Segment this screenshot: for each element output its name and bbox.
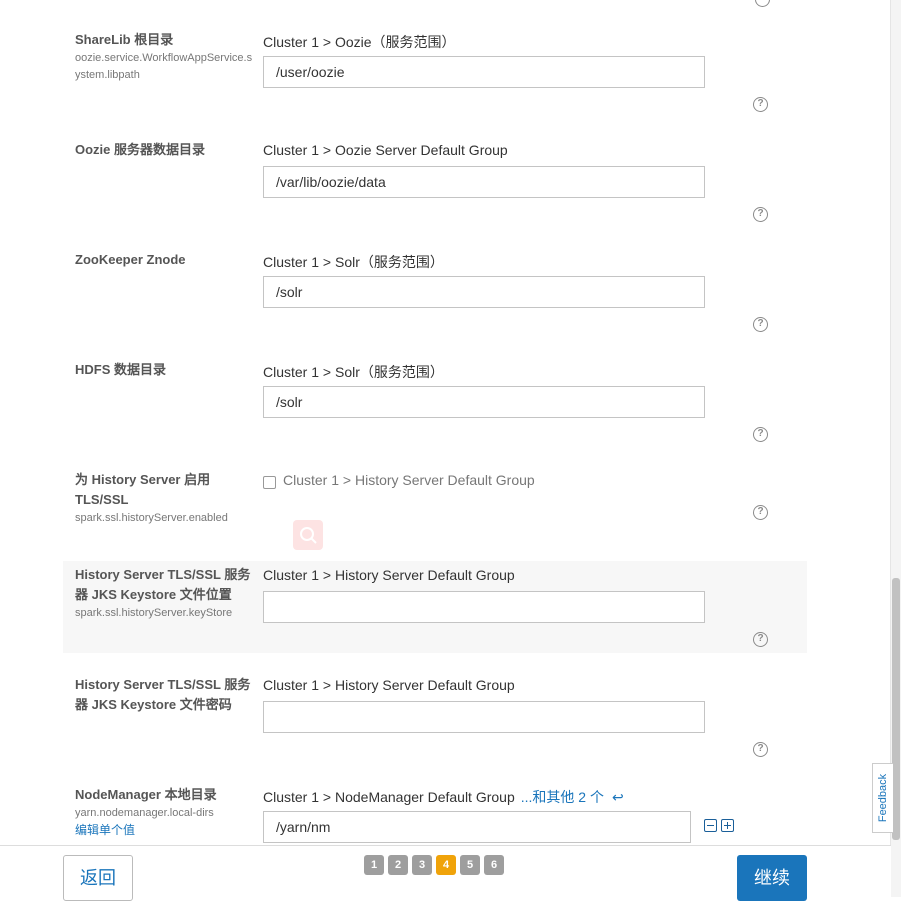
setting-key: spark.ssl.historyServer.enabled [75,512,228,524]
wizard-steps: 123456 [364,855,508,875]
setting-row-keystore-location: History Server TLS/SSL 服务器 JKS Keystore … [63,561,807,653]
setting-row-history-tls: 为 History Server 启用 TLS/SSL spark.ssl.hi… [63,470,807,560]
setting-label: HDFS 数据目录 [75,360,253,380]
setting-scope: Cluster 1 > NodeManager Default Group...… [263,787,624,807]
edit-individual-link[interactable]: 编辑单个值 [75,822,253,839]
setting-label: ZooKeeper Znode [75,250,253,270]
step-4-active[interactable]: 4 [436,855,456,875]
search-icon [300,527,317,544]
setting-scope: Cluster 1 > Solr（服务范围） [263,364,444,380]
back-button[interactable]: 返回 [63,855,133,901]
setting-scope: Cluster 1 > History Server Default Group [263,677,515,693]
setting-scope: Cluster 1 > Oozie Server Default Group [263,142,508,158]
setting-row-oozie-data-dir: Oozie 服务器数据目录 Cluster 1 > Oozie Server D… [63,140,807,240]
setting-label: History Server TLS/SSL 服务器 JKS Keystore … [75,675,253,715]
setting-title: 为 History Server 启用 TLS/SSL [75,472,211,507]
setting-scope: Cluster 1 > History Server Default Group [263,567,515,583]
step-5[interactable]: 5 [460,855,480,875]
setting-title: ZooKeeper Znode [75,252,186,267]
continue-button[interactable]: 继续 [737,855,807,901]
setting-row-zookeeper-znode: ZooKeeper Znode Cluster 1 > Solr（服务范围） /… [63,250,807,350]
setting-scope: Cluster 1 > Solr（服务范围） [263,254,444,270]
help-icon[interactable]: ? [753,742,768,757]
setting-title: History Server TLS/SSL 服务器 JKS Keystore … [75,677,251,712]
help-icon[interactable]: ? [753,97,768,112]
keystore-location-input[interactable] [263,591,705,623]
help-icon[interactable]: ? [753,632,768,647]
help-icon[interactable]: ? [753,317,768,332]
setting-title: ShareLib 根目录 [75,32,174,47]
step-2[interactable]: 2 [388,855,408,875]
setting-row-hdfs-data-dir: HDFS 数据目录 Cluster 1 > Solr（服务范围） /solr ? [63,360,807,460]
help-icon[interactable] [755,0,770,7]
oozie-data-dir-input[interactable]: /var/lib/oozie/data [263,166,705,198]
setting-row-keystore-password: History Server TLS/SSL 服务器 JKS Keystore … [63,675,807,775]
setting-label: Oozie 服务器数据目录 [75,140,253,160]
hdfs-data-dir-input[interactable]: /solr [263,386,705,418]
remove-value-icon[interactable] [704,819,717,832]
undo-icon[interactable]: ↩ [612,789,624,805]
setting-scope: Cluster 1 > History Server Default Group [283,472,535,488]
setting-title: Oozie 服务器数据目录 [75,142,206,157]
setting-key: yarn.nodemanager.local-dirs [75,807,214,819]
step-3[interactable]: 3 [412,855,432,875]
help-icon[interactable]: ? [753,427,768,442]
sharelib-path-input[interactable]: /user/oozie [263,56,705,88]
more-groups-link[interactable]: ...和其他 2 个 [521,789,604,805]
scrollbar-thumb[interactable] [892,578,900,840]
setting-label: 为 History Server 启用 TLS/SSL spark.ssl.hi… [75,470,253,527]
add-value-icon[interactable] [721,819,734,832]
setting-row-nodemanager-local-dirs: NodeManager 本地目录 yarn.nodemanager.local-… [63,785,807,845]
setting-scope: Cluster 1 > Oozie（服务范围） [263,34,456,50]
enable-tls-checkbox[interactable] [263,476,276,489]
zookeeper-znode-input[interactable]: /solr [263,276,705,308]
setting-label: NodeManager 本地目录 yarn.nodemanager.local-… [75,785,253,839]
setting-label: History Server TLS/SSL 服务器 JKS Keystore … [75,565,253,622]
feedback-tab[interactable]: Feedback [872,763,893,833]
feedback-label: Feedback [877,773,889,823]
setting-scope-text: Cluster 1 > NodeManager Default Group [263,789,515,805]
setting-key: oozie.service.WorkflowAppService.system.… [75,52,253,81]
help-icon[interactable]: ? [753,505,768,520]
step-6[interactable]: 6 [484,855,504,875]
wizard-footer: 返回 123456 继续 [0,845,891,901]
setting-row-sharelib: ShareLib 根目录 oozie.service.WorkflowAppSe… [63,30,807,130]
setting-label: ShareLib 根目录 oozie.service.WorkflowAppSe… [75,30,253,84]
search-float-button[interactable] [293,520,323,550]
nodemanager-dir-input[interactable]: /yarn/nm [263,811,691,843]
step-1[interactable]: 1 [364,855,384,875]
setting-title: History Server TLS/SSL 服务器 JKS Keystore … [75,567,251,602]
setting-title: HDFS 数据目录 [75,362,167,377]
setting-key: spark.ssl.historyServer.keyStore [75,607,233,619]
keystore-password-input[interactable] [263,701,705,733]
help-icon[interactable]: ? [753,207,768,222]
setting-title: NodeManager 本地目录 [75,787,217,802]
